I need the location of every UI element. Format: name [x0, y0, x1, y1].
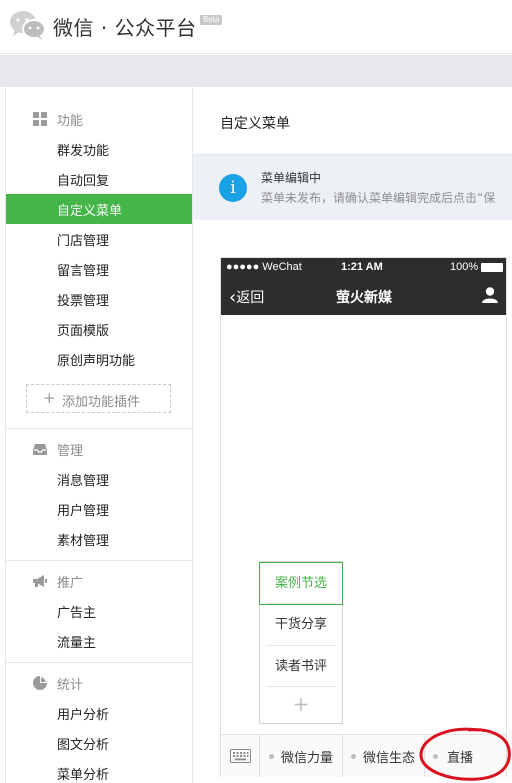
- plus-icon: +: [43, 389, 56, 407]
- sidebar-item-messages[interactable]: 消息管理: [6, 464, 192, 494]
- phone-menu-bar: 微信力量 微信生态 直播: [221, 734, 506, 777]
- sidebar-item-mass-send[interactable]: 群发功能: [6, 134, 192, 164]
- sidebar-item-label: 投票管理: [57, 294, 110, 309]
- menu-button[interactable]: 直播: [425, 735, 506, 777]
- submenu-item-label: 读者书评: [274, 659, 327, 674]
- sidebar-item-label: 菜单分析: [57, 768, 110, 783]
- back-button[interactable]: ‹返回: [229, 286, 265, 308]
- dot-icon: [351, 754, 356, 759]
- account-name: 萤火新媒: [336, 290, 392, 306]
- sidebar-item-label: 门店管理: [57, 234, 110, 249]
- carrier-label: ●●●●● WeChat: [226, 261, 302, 273]
- notice-description: 菜单未发布，请确认菜单编辑完成后点击“保: [261, 191, 496, 205]
- header-band: [0, 55, 512, 87]
- grid-icon: [33, 112, 47, 126]
- sidebar-item-label: 图文分析: [57, 738, 110, 753]
- sidebar: 功能 群发功能 自动回复 自定义菜单 门店管理 留言管理 投票管理 页面模版 原…: [5, 87, 193, 783]
- submenu-item-label: 干货分享: [274, 617, 327, 632]
- sidebar-item-original-claim[interactable]: 原创声明功能: [6, 344, 192, 374]
- submenu-item-label: 案例节选: [274, 576, 327, 591]
- sidebar-divider: [6, 428, 192, 429]
- pie-chart-icon: [33, 676, 47, 690]
- beta-badge: Beta: [200, 15, 223, 25]
- notice-banner: i 菜单编辑中 菜单未发布，请确认菜单编辑完成后点击“保: [193, 155, 512, 220]
- menu-button[interactable]: 微信生态: [343, 735, 425, 777]
- sidebar-item-auto-reply[interactable]: 自动回复: [6, 164, 192, 194]
- main-content: 自定义菜单 i 菜单编辑中 菜单未发布，请确认菜单编辑完成后点击“保 ●●●●●…: [193, 87, 512, 783]
- add-submenu-button[interactable]: +: [260, 687, 342, 723]
- sidebar-item-label: 用户分析: [57, 708, 110, 723]
- sidebar-item-custom-menu[interactable]: 自定义菜单: [6, 194, 192, 224]
- add-plugin-button[interactable]: + 添加功能插件: [26, 384, 171, 413]
- notice-title: 菜单编辑中: [261, 171, 322, 185]
- submenu-item[interactable]: 干货分享: [260, 604, 342, 645]
- sidebar-item-advertiser[interactable]: 广告主: [6, 596, 192, 626]
- menu-button[interactable]: 微信力量: [261, 735, 343, 777]
- sidebar-divider: [6, 560, 192, 561]
- battery-icon: [481, 263, 503, 272]
- person-icon[interactable]: [481, 286, 499, 304]
- sidebar-group-label: 功能: [57, 114, 84, 129]
- sidebar-item-label: 素材管理: [57, 534, 110, 549]
- sidebar-item-comments[interactable]: 留言管理: [6, 254, 192, 284]
- sidebar-item-page-templates[interactable]: 页面模版: [6, 314, 192, 344]
- sidebar-item-users[interactable]: 用户管理: [6, 494, 192, 524]
- chevron-left-icon: ‹: [229, 287, 237, 308]
- phone-preview: ●●●●● WeChat 1:21 AM 100% ‹返回 萤火新媒 案例节选 …: [220, 257, 507, 777]
- sidebar-item-voting[interactable]: 投票管理: [6, 284, 192, 314]
- page-title: 自定义菜单: [220, 116, 290, 132]
- sidebar-item-label: 消息管理: [57, 474, 110, 489]
- sidebar-item-label: 原创声明功能: [57, 354, 136, 369]
- sidebar-item-label: 流量主: [57, 636, 97, 651]
- sidebar-item-article-analysis[interactable]: 图文分析: [6, 728, 192, 758]
- sidebar-group-label: 管理: [57, 444, 84, 459]
- sidebar-item-user-analysis[interactable]: 用户分析: [6, 698, 192, 728]
- sidebar-item-menu-analysis[interactable]: 菜单分析: [6, 758, 192, 783]
- sidebar-item-label: 用户管理: [57, 504, 110, 519]
- sidebar-item-label: 自定义菜单: [57, 204, 123, 219]
- keyboard-toggle[interactable]: [221, 735, 260, 777]
- sidebar-group-features: 功能: [6, 106, 192, 132]
- inbox-icon: [33, 444, 47, 455]
- sidebar-item-materials[interactable]: 素材管理: [6, 524, 192, 554]
- info-icon: i: [219, 174, 247, 202]
- battery-percent: 100%: [450, 261, 479, 273]
- brand-title[interactable]: 微信 · 公众平台: [53, 12, 197, 41]
- submenu-item[interactable]: 读者书评: [260, 646, 342, 687]
- top-bar: 微信 · 公众平台 Beta: [0, 0, 512, 54]
- phone-nav-bar: ‹返回 萤火新媒: [221, 278, 506, 315]
- add-plugin-label: 添加功能插件: [62, 395, 141, 410]
- dot-icon: [269, 754, 274, 759]
- submenu-item[interactable]: 案例节选: [259, 562, 343, 605]
- sidebar-group-label: 统计: [57, 678, 84, 693]
- submenu-popup: 案例节选 干货分享 读者书评 +: [259, 561, 343, 724]
- phone-status-bar: ●●●●● WeChat 1:21 AM 100%: [221, 258, 506, 278]
- megaphone-icon: [33, 575, 47, 587]
- sidebar-item-label: 广告主: [57, 606, 97, 621]
- wechat-logo-icon[interactable]: [8, 9, 48, 41]
- sidebar-item-label: 留言管理: [57, 264, 110, 279]
- sidebar-item-label: 自动回复: [57, 174, 110, 189]
- status-time: 1:21 AM: [341, 261, 383, 273]
- sidebar-item-label: 页面模版: [57, 324, 110, 339]
- sidebar-item-publisher[interactable]: 流量主: [6, 626, 192, 656]
- sidebar-group-management: 管理: [6, 436, 192, 462]
- menu-button-label: 微信生态: [363, 751, 416, 766]
- dot-icon: [433, 754, 438, 759]
- sidebar-item-store[interactable]: 门店管理: [6, 224, 192, 254]
- sidebar-divider: [6, 662, 192, 663]
- menu-button-label: 直播: [447, 751, 474, 766]
- sidebar-group-label: 推广: [57, 576, 84, 591]
- sidebar-group-promotion: 推广: [6, 568, 192, 594]
- sidebar-item-label: 群发功能: [57, 144, 110, 159]
- keyboard-icon: [230, 749, 251, 763]
- sidebar-group-statistics: 统计: [6, 670, 192, 696]
- back-label: 返回: [236, 290, 265, 306]
- menu-button-label: 微信力量: [281, 751, 334, 766]
